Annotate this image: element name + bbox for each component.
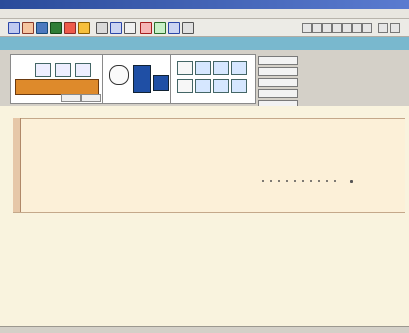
chart-area xyxy=(13,118,405,213)
app-window xyxy=(0,0,409,333)
action-button-3[interactable] xyxy=(258,78,298,87)
toolbar-icon-4[interactable] xyxy=(50,22,62,34)
action-button-2[interactable] xyxy=(258,67,298,76)
title-bar xyxy=(0,0,409,9)
dot xyxy=(326,180,328,182)
dot xyxy=(286,180,288,182)
panel-right-icon-5[interactable] xyxy=(177,79,193,93)
clock-icon xyxy=(109,65,129,85)
panel-left-button-1[interactable] xyxy=(61,94,81,102)
menu-bar xyxy=(0,9,409,19)
toolbar-icon-11[interactable] xyxy=(154,22,166,34)
panel-right-icon-3[interactable] xyxy=(213,61,229,75)
left-side-bar[interactable] xyxy=(13,118,21,212)
program-header xyxy=(0,37,409,50)
dot xyxy=(278,180,280,182)
panel-left-bar xyxy=(15,79,99,95)
window-button-7[interactable] xyxy=(362,23,372,33)
toolbar-icon-1[interactable] xyxy=(8,22,20,34)
window-button-2[interactable] xyxy=(312,23,322,33)
toolbar-icon-8[interactable] xyxy=(110,22,122,34)
action-list xyxy=(258,56,298,111)
panel-middle xyxy=(102,54,172,104)
toolbar-icon-9[interactable] xyxy=(124,22,136,34)
panel-right-icon-1[interactable] xyxy=(177,61,193,75)
panel-left-icon-3[interactable] xyxy=(75,63,91,77)
window-button-8[interactable] xyxy=(378,23,388,33)
panel-right-icon-6[interactable] xyxy=(195,79,211,93)
toolbar-icon-7[interactable] xyxy=(96,22,108,34)
panel-left-icon-1[interactable] xyxy=(35,63,51,77)
module-panel-strip xyxy=(0,50,409,109)
dot xyxy=(294,180,296,182)
device-icon-2 xyxy=(153,75,169,91)
dot xyxy=(334,180,336,182)
window-button-6[interactable] xyxy=(352,23,362,33)
toolbar-icon-5[interactable] xyxy=(64,22,76,34)
window-button-3[interactable] xyxy=(322,23,332,33)
toolbar-icon-2[interactable] xyxy=(22,22,34,34)
dot xyxy=(302,180,304,182)
panel-left-button-2[interactable] xyxy=(81,94,101,102)
device-icon xyxy=(133,65,151,93)
panel-right-icon-7[interactable] xyxy=(213,79,229,93)
toolbar-icon-12[interactable] xyxy=(168,22,180,34)
window-button-4[interactable] xyxy=(332,23,342,33)
panel-right xyxy=(170,54,256,104)
toolbar-icon-6[interactable] xyxy=(78,22,90,34)
dot xyxy=(310,180,312,182)
panel-left xyxy=(10,54,106,104)
window-button-9[interactable] xyxy=(390,23,400,33)
dot-end xyxy=(350,180,353,183)
action-button-4[interactable] xyxy=(258,89,298,98)
window-button-5[interactable] xyxy=(342,23,352,33)
dot xyxy=(318,180,320,182)
panel-left-icon-2[interactable] xyxy=(55,63,71,77)
dot xyxy=(262,180,264,182)
panel-right-icon-4[interactable] xyxy=(231,61,247,75)
panel-right-icon-2[interactable] xyxy=(195,61,211,75)
main-toolbar xyxy=(0,19,409,37)
toolbar-icon-3[interactable] xyxy=(36,22,48,34)
window-button-1[interactable] xyxy=(302,23,312,33)
toolbar-icon-13[interactable] xyxy=(182,22,194,34)
action-button-1[interactable] xyxy=(258,56,298,65)
toolbar-icon-10[interactable] xyxy=(140,22,152,34)
dot xyxy=(270,180,272,182)
panel-right-icon-8[interactable] xyxy=(231,79,247,93)
